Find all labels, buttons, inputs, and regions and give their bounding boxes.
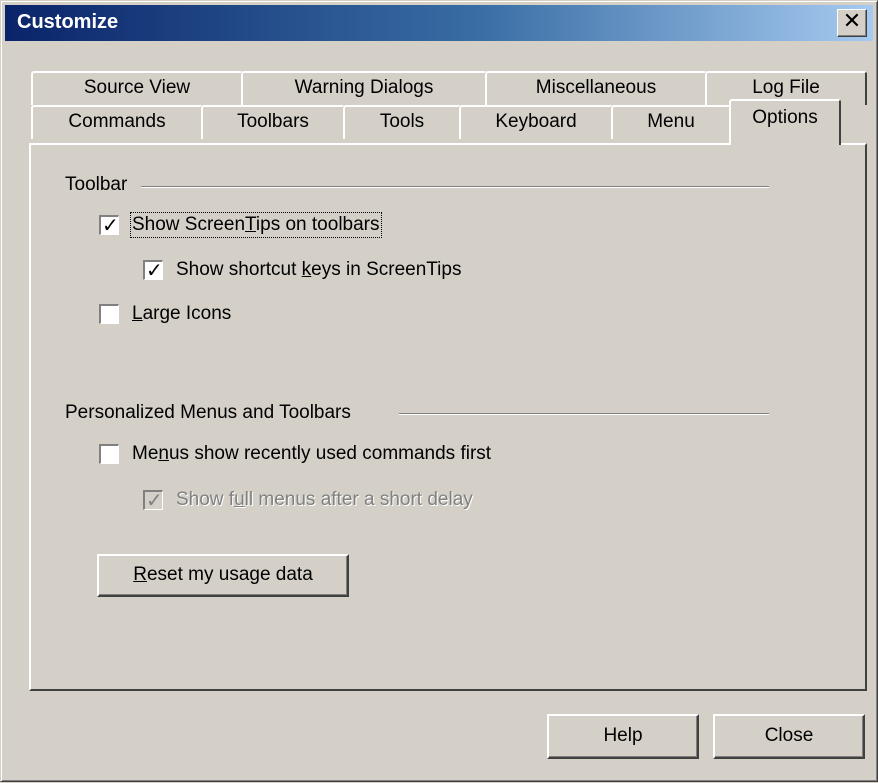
check-icon: ✓ (102, 213, 119, 237)
reset-usage-data-button[interactable]: Reset my usage data (97, 554, 349, 597)
show-shortcut-keys-label[interactable]: Show shortcut keys in ScreenTips (176, 259, 461, 281)
accesskey: L (132, 303, 143, 324)
accesskey: R (133, 564, 147, 585)
large-icons-checkbox[interactable] (99, 304, 119, 324)
accesskey: T (245, 214, 256, 235)
label-part: Show Screen (132, 214, 246, 235)
show-shortcut-keys-checkbox[interactable]: ✓ (143, 258, 163, 282)
check-icon: ✓ (146, 258, 163, 282)
menus-recent-label[interactable]: Menus show recently used commands first (132, 443, 491, 465)
show-screentips-checkbox[interactable]: ✓ (99, 213, 119, 237)
accesskey: u (234, 489, 245, 510)
label-part: Show shortcut (176, 259, 302, 280)
label-part: us show recently used commands first (168, 443, 492, 464)
label-part: ips on toolbars (255, 214, 380, 235)
label-part: Show f (176, 489, 235, 510)
label-part: Me (132, 443, 159, 464)
check-icon: ✓ (146, 488, 163, 512)
customize-dialog: Customize ✕ Source View Warning Dialogs … (0, 0, 878, 782)
full-menus-delay-checkbox[interactable]: ✓ (143, 488, 163, 512)
label-part: eset my usage data (146, 564, 313, 585)
toolbar-group-divider (141, 186, 769, 188)
large-icons-label[interactable]: Large Icons (132, 303, 231, 325)
accesskey: k (301, 259, 312, 280)
label-part: arge Icons (142, 303, 232, 324)
full-menus-delay-label[interactable]: Show full menus after a short delay (176, 489, 473, 511)
label-part: ll menus after a short delay (244, 489, 473, 510)
label-part: eys in ScreenTips (311, 259, 462, 280)
accesskey: n (158, 443, 169, 464)
toolbar-group-label: Toolbar (65, 174, 128, 195)
personalized-group-label: Personalized Menus and Toolbars (65, 402, 351, 423)
show-screentips-label[interactable]: Show ScreenTips on toolbars (130, 212, 382, 238)
personalized-group-divider (399, 413, 769, 415)
help-button[interactable]: Help (547, 714, 699, 759)
menus-recent-checkbox[interactable] (99, 444, 119, 464)
close-button[interactable]: Close (713, 714, 865, 759)
